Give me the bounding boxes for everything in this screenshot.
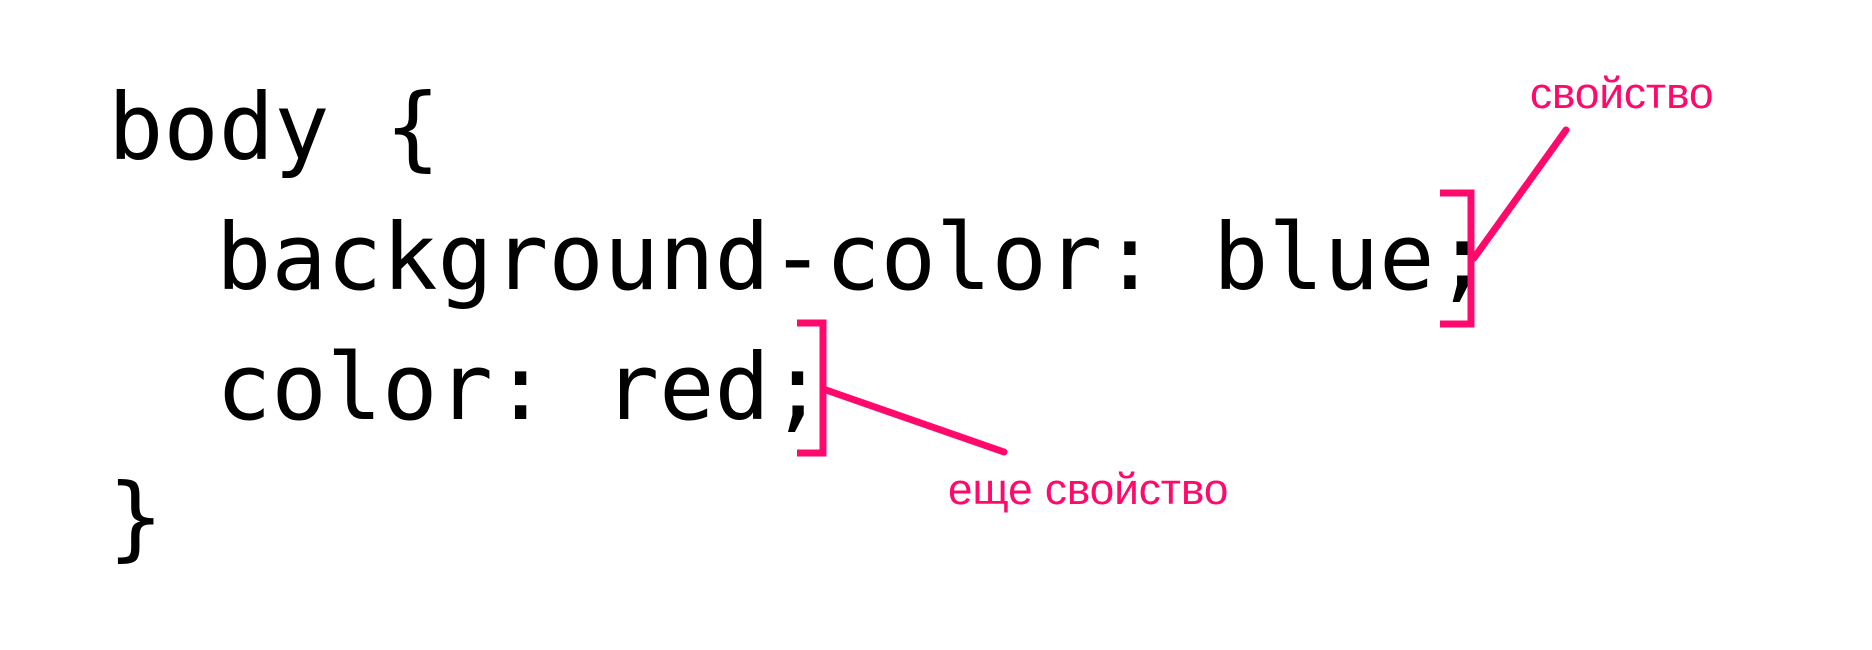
code-line-selector: body { — [108, 74, 441, 181]
code-line-color: color: red; — [216, 334, 826, 441]
annotation-another-property-label: еще свойство — [948, 465, 1229, 514]
code-line-background-color: background-color: blue; — [216, 204, 1490, 311]
code-line-closing-brace: } — [108, 464, 164, 571]
annotation-property-label: свойство — [1530, 69, 1714, 118]
leader-line-property-2 — [822, 386, 1008, 456]
